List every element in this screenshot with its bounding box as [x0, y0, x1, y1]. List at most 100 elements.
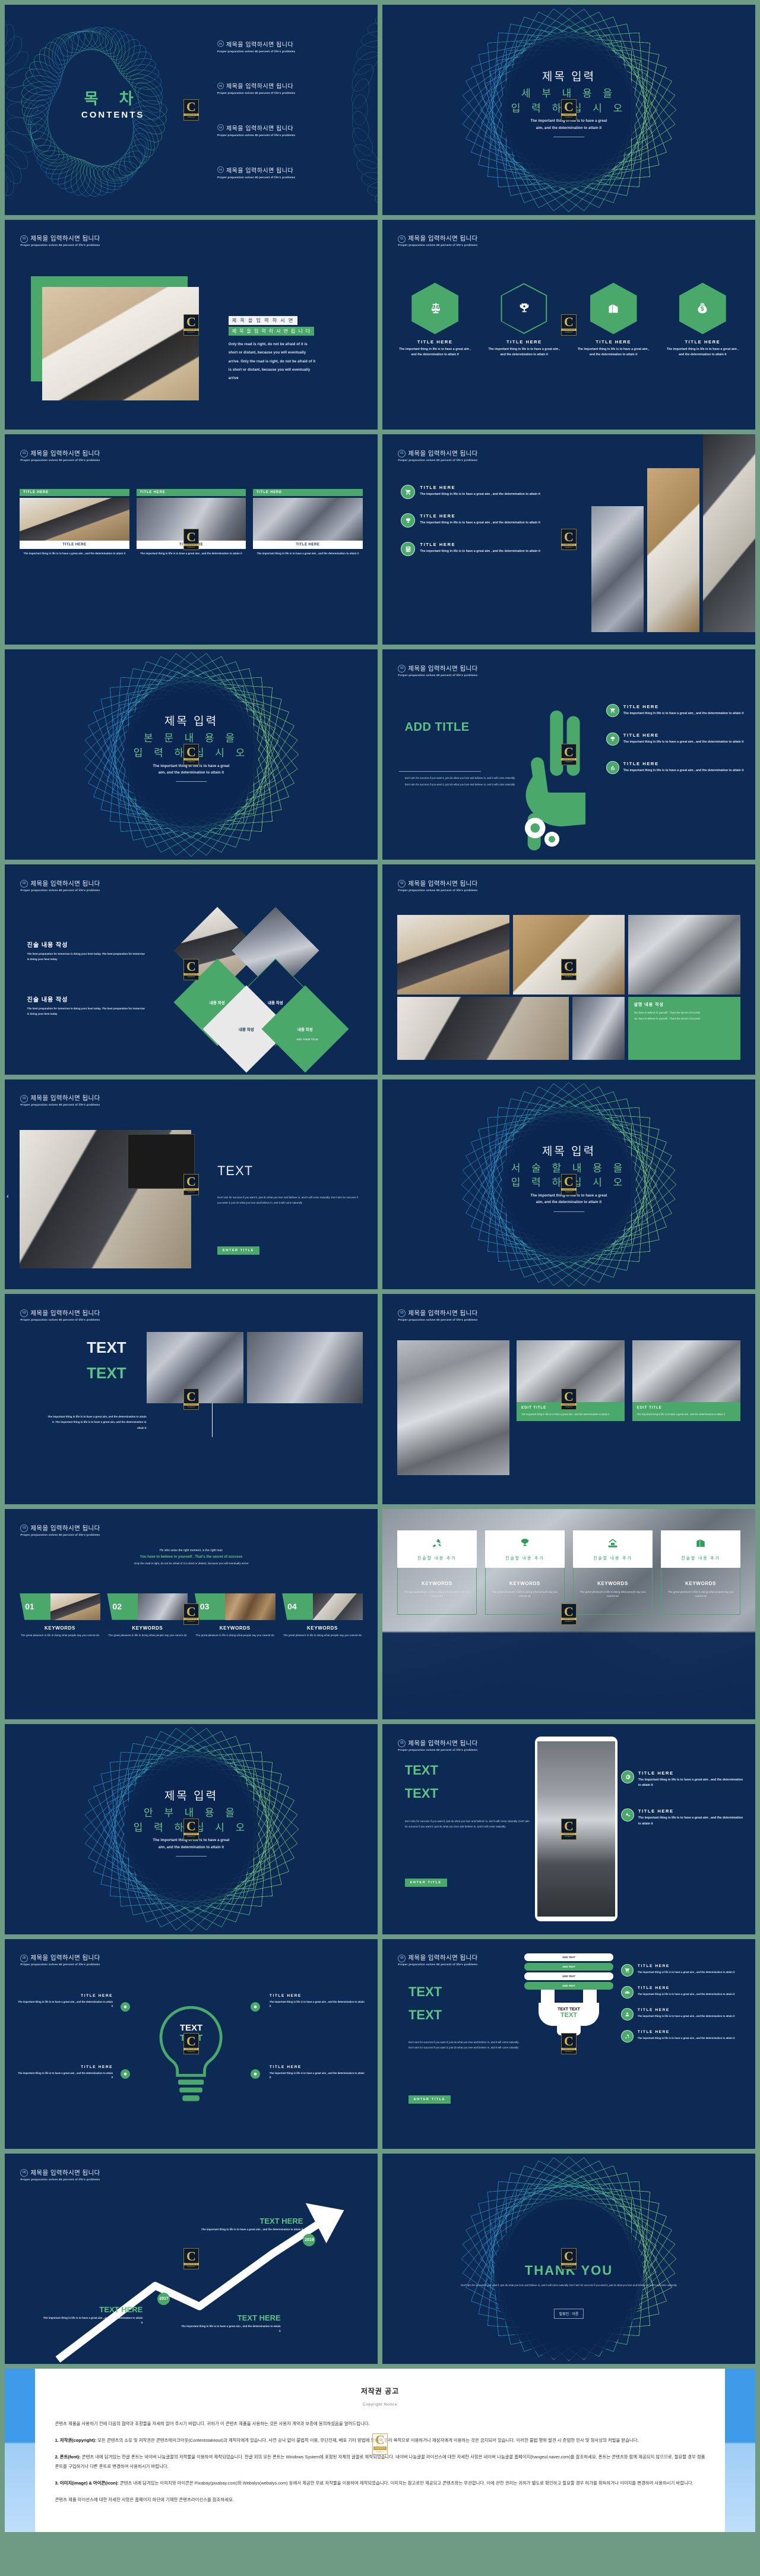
city-card-2[interactable]: EDIT TITLE The important thing in life i… [632, 1340, 740, 1475]
slide-table-of-contents[interactable]: 목 차 CONTENTS 01 제목을 입력하시면 됩니다 Proper prep… [5, 5, 378, 215]
logo-line1: CONTENTS [561, 973, 577, 976]
list-item-1[interactable]: TITLE HERE The important thing in life i… [401, 485, 580, 500]
hex-card-3[interactable]: TITLE HERE The important thing in life i… [576, 282, 651, 358]
slide-bulb-network[interactable]: 05 제목을 입력하시면 됩니다 Proper preparation solve… [5, 1939, 378, 2149]
growth-item-3[interactable]: TEXT HERE The important thing in life is… [191, 2217, 303, 2232]
list-item-2[interactable]: TITLE HERE The important thing in life i… [401, 513, 580, 528]
slide-photo-three[interactable]: 01 제목을 입력하시면 됩니다 Proper preparation solve… [5, 434, 378, 645]
gray-card-1[interactable]: 진술할 내용 추가 KEYWORDS The great pleasure in… [397, 1530, 477, 1615]
numbers-line-3: Only the road is right, do not be afraid… [134, 1562, 249, 1565]
slide-photo-quote[interactable]: 02 제목을 입력하시면 됩니다 Proper preparation solve… [382, 864, 755, 1075]
slide-list-three[interactable]: 01 제목을 입력하시면 됩니다 Proper preparation solve… [382, 434, 755, 645]
number-card-number: 03 [200, 1602, 210, 1612]
brand-logo: C CONTENTS TAKEOUT [183, 744, 199, 766]
list-item-3[interactable]: TITLE HERE The important thing in life i… [620, 2008, 744, 2021]
photo-card-3[interactable]: TITLE HERE TITLE HERE The important thin… [252, 489, 363, 556]
number-card-photo [312, 1593, 363, 1620]
number-card-3[interactable]: 03 KEYWORDS The great pleasure in life i… [194, 1593, 276, 1637]
logo-line1: CONTENTS [183, 2047, 199, 2050]
slide-photo-text[interactable]: 01 제목을 입력하시면 됩니다 Proper preparation solve… [5, 219, 378, 430]
brand-logo: C CONTENTS TAKEOUT [561, 1818, 577, 1840]
slide-add-title-hand[interactable]: 02 제목을 입력하시면 됩니다 Proper preparation solve… [382, 649, 755, 860]
diamond-left-2[interactable]: 진술 내용 작성 The best preparation for tomorr… [27, 995, 147, 1016]
cfl-stem-left [541, 1990, 555, 2003]
list-item-2[interactable]: TITLE HERE The important thing in life i… [620, 1986, 744, 1999]
hex-card-2[interactable]: TITLE HERE The important thing in life i… [486, 283, 562, 358]
list-item-3[interactable]: TITLE HERE The important thing in life i… [606, 761, 744, 775]
quote-title: 설명 내용 작성 [634, 1002, 664, 1007]
bulb-item-4[interactable]: TITLE HERE The important thing in life i… [270, 2065, 366, 2080]
number-card-body: The great pleasure in life is doing what… [20, 1633, 100, 1637]
numbers-intro: He who seize the right moment, is the ri… [23, 1549, 359, 1565]
gray-card-title: KEYWORDS [685, 1581, 717, 1587]
number-card-banner: 03 [194, 1593, 276, 1620]
laptop-title: TEXT [217, 1163, 254, 1179]
gray-card-2[interactable]: 진술할 내용 추가 KEYWORDS The great pleasure in… [485, 1530, 565, 1615]
list-item-1[interactable]: TITLE HERE The important thing in life i… [620, 1770, 744, 1789]
number-card-2[interactable]: 02 KEYWORDS The great pleasure in life i… [107, 1593, 188, 1637]
slide-section-divider-2[interactable]: 제목 입력 본 문 내 용 을 입 력 하 십 시 오 The importan… [5, 649, 378, 860]
photo-card-1[interactable]: TITLE HERE TITLE HERE The important thin… [20, 489, 129, 556]
slide-section-divider-4[interactable]: 제목 입력 안 부 내 용 을 입 력 하 십 시 오 The importan… [5, 1723, 378, 1934]
number-card-4[interactable]: 04 KEYWORDS The great pleasure in life i… [282, 1593, 363, 1637]
toc-title-ko: 목 차 [84, 89, 142, 108]
number-card-body: The great pleasure in life is doing what… [195, 1633, 274, 1637]
growth-item-2[interactable]: TEXT HERE The important thing in life is… [180, 2313, 281, 2334]
slide-cfl-bulb[interactable]: 05 제목을 입력하시면 됩니다 Proper preparation solve… [382, 1939, 755, 2149]
slide-text-people[interactable]: 03 제목을 입력하시면 됩니다 Proper preparation solve… [5, 1294, 378, 1505]
bulb-item-3[interactable]: TITLE HERE The important thing in life i… [270, 1994, 366, 2009]
growth-item-1[interactable]: TEXT HERE The important thing in life is… [42, 2305, 143, 2325]
bulb-item-2[interactable]: TITLE HERE The important thing in life i… [16, 2065, 113, 2080]
slide-section-divider-1[interactable]: 제목 입력 세 부 내 용 을 입 력 하 십 시 오 The importan… [382, 5, 755, 215]
slide-gray-cards[interactable]: 진술할 내용 추가 KEYWORDS The great pleasure in… [382, 1509, 755, 1719]
slide-city-cards[interactable]: 03 제목을 입력하시면 됩니다 Proper preparation solve… [382, 1294, 755, 1505]
mobile-button[interactable]: ENTER TITLE [404, 1876, 447, 1887]
list-item-1[interactable]: TITLE HERE The important thing in life i… [620, 1964, 744, 1977]
slide-header-title: 제목을 입력하시면 됩니다 [408, 450, 478, 457]
toc-item-4[interactable]: 04 제목을 입력하시면 됩니다 Proper preparation solve… [217, 165, 295, 179]
slide-numbers-four[interactable]: 03 제목을 입력하시면 됩니다 Proper preparation solve… [5, 1509, 378, 1719]
list-item-3[interactable]: TITLE HERE The important thing in life i… [401, 542, 580, 557]
slide-growth-arrow[interactable]: 06 제목을 입력하시면 됩니다 Proper preparation solve… [5, 2154, 378, 2365]
slide-thank-you[interactable]: THANK YOU Don't aim for success if you w… [382, 2154, 755, 2365]
text-people-title-1: TEXT [87, 1338, 126, 1357]
number-card-1[interactable]: 01 KEYWORDS The great pleasure in life i… [20, 1593, 100, 1637]
gray-card-3[interactable]: 진술할 내용 추가 KEYWORDS The great pleasure in… [573, 1530, 653, 1615]
gray-card-4[interactable]: 진술할 내용 추가 KEYWORDS The great pleasure in… [661, 1530, 740, 1615]
hex-card-1[interactable]: TITLE HERE The important thing in life i… [397, 282, 473, 358]
slide-section-divider-3[interactable]: 제목 입력 서 술 할 내 용 을 입 력 하 십 시 오 The import… [382, 1079, 755, 1290]
logo-line2: TAKEOUT [187, 1406, 195, 1408]
diamond-left-title: 진술 내용 작성 [27, 942, 68, 949]
toc-item-2[interactable]: 02 제목을 입력하시면 됩니다 Proper preparation solve… [217, 80, 295, 94]
cfl-base-text-2: TEXT [560, 2012, 578, 2019]
toc-item-3[interactable]: 03 제목을 입력하시면 됩니다 Proper preparation solve… [217, 122, 295, 137]
logo-letter: C [564, 1174, 574, 1189]
laptop-button[interactable]: ENTER TITLE [217, 1243, 259, 1255]
toc-item-1[interactable]: 01 제목을 입력하시면 됩니다 Proper preparation solve… [217, 39, 295, 53]
list-item-2[interactable]: TITLE HERE The important thing in life i… [620, 1808, 744, 1827]
number-card-title: KEYWORDS [307, 1625, 338, 1631]
diamond-left-1[interactable]: 진술 내용 작성 The best preparation for tomorr… [27, 940, 147, 962]
tools-icon [433, 1539, 441, 1547]
list-item-2[interactable]: TITLE HERE The important thing in life i… [606, 733, 744, 746]
hex-card-title: TITLE HERE [596, 339, 631, 345]
list-item-body: The important thing in life is to have a… [637, 1971, 735, 1974]
brand-logo: C CONTENTS TAKEOUT [372, 2433, 388, 2455]
slide-diamond-tiles[interactable]: 02 제목을 입력하시면 됩니다 Proper preparation solve… [5, 864, 378, 1075]
hex-card-4[interactable]: TITLE HERE The important thing in life i… [665, 282, 740, 358]
bulb-item-1[interactable]: TITLE HERE The important thing in life i… [16, 1994, 113, 2009]
slide-laptop-text[interactable]: 02 제목을 입력하시면 됩니다 Proper preparation solve… [5, 1079, 378, 1290]
logo-line2: TAKEOUT [565, 976, 573, 978]
cfl-coil-4: ADD TEXT [524, 1982, 614, 1990]
list-item-4[interactable]: TITLE HERE The important thing in life i… [620, 2030, 744, 2043]
divider-line [211, 1403, 213, 1437]
prev-arrow-icon[interactable]: ‹ [7, 1193, 9, 1200]
text-people-body: The important thing in life is to have a… [48, 1415, 147, 1429]
slide-hexagon-four[interactable]: 01 제목을 입력하시면 됩니다 Proper preparation solve… [382, 219, 755, 430]
cfl-button[interactable]: ENTER TITLE [408, 2092, 451, 2104]
slide-mobile-mockup[interactable]: 05 제목을 입력하시면 됩니다 Proper preparation solve… [382, 1723, 755, 1934]
number-card-photo [50, 1593, 100, 1620]
numbers-line-2: You have to believe in yourself . That's… [140, 1555, 243, 1560]
logo-letter: C [564, 2034, 574, 2049]
list-item-1[interactable]: TITLE HERE The important thing in life i… [606, 704, 744, 718]
